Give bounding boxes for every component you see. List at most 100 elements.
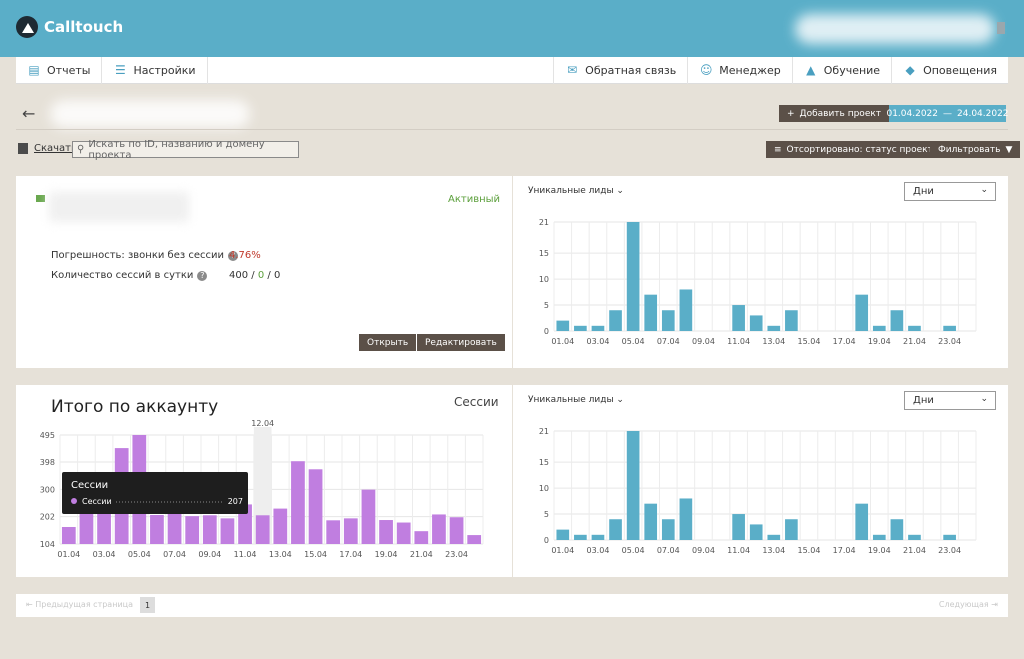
project-card: Активный Погрешность: звонки без сессии … [16, 176, 512, 368]
y-tick-label: 21 [539, 427, 549, 436]
y-tick-label: 398 [40, 458, 55, 467]
project-name[interactable] [49, 192, 189, 222]
sessions-v1: 400 [229, 270, 249, 281]
y-tick-label: 15 [539, 249, 549, 258]
hover-date-label: 12.04 [251, 419, 274, 428]
x-tick-label: 07.04 [657, 546, 680, 555]
x-tick-label: 21.04 [410, 550, 433, 559]
user-menu-toggle-icon[interactable] [997, 22, 1005, 34]
chart-bar [644, 294, 658, 331]
app-name: Calltouch [44, 18, 124, 36]
chart-bar [732, 514, 745, 540]
chart-bar [855, 503, 869, 540]
x-tick-label: 13.04 [762, 337, 785, 346]
chart-bar [943, 534, 956, 540]
nav-learning[interactable]: ▲ Обучение [791, 56, 891, 84]
y-tick-label: 104 [40, 540, 55, 549]
metric-error-label: Погрешность: звонки без сессии ? [51, 250, 239, 261]
chart-bar [556, 320, 570, 331]
nav-notifications[interactable]: ◆ Оповещения [891, 56, 1008, 84]
prev-page-link[interactable]: ⇤ Предыдущая страница [26, 600, 133, 609]
graduation-cap-icon: ▲ [806, 63, 816, 77]
nav-settings[interactable]: ☰ Настройки [102, 56, 208, 84]
x-tick-label: 17.04 [339, 550, 362, 559]
search-placeholder: Искать по ID, названию и домену проекта [88, 138, 265, 161]
tooltip-series-dot [71, 498, 77, 504]
filter-button[interactable]: Фильтровать ▼ [930, 141, 1021, 158]
x-tick-label: 01.04 [551, 546, 574, 555]
x-tick-label: 07.04 [163, 550, 186, 559]
x-tick-label: 03.04 [93, 550, 116, 559]
page-number-current[interactable]: 1 [140, 597, 155, 613]
chart-bar [661, 519, 675, 540]
x-tick-label: 03.04 [587, 337, 610, 346]
account-total-card: Итого по аккаунту Сессии 104 202 300 398 495… [16, 385, 512, 577]
edit-button[interactable]: Редактировать [417, 334, 505, 351]
add-project-button[interactable]: + Добавить проект [779, 105, 890, 122]
sessions-tooltip: Сессии Сессии 207 [62, 472, 248, 514]
chart-bar [626, 431, 640, 540]
chart-bar [185, 516, 200, 544]
folder-icon [36, 195, 45, 202]
chart-bar [202, 515, 217, 544]
x-tick-label: 13.04 [762, 546, 785, 555]
search-icon: ⚲ [77, 144, 85, 155]
logo[interactable]: Calltouch [16, 16, 123, 38]
x-tick-label: 05.04 [622, 546, 645, 555]
y-tick-label: 10 [539, 275, 549, 284]
next-page-link[interactable]: Следующая ⇥ [939, 600, 998, 609]
chart-bar [749, 524, 763, 540]
y-tick-label: 202 [40, 513, 55, 522]
download-link[interactable]: Скачать [18, 143, 77, 154]
prev-page-label: Предыдущая страница [35, 600, 133, 609]
metric-sessions-label: Количество сессий в сутки ? [51, 270, 208, 281]
tooltip-background [62, 472, 248, 514]
plus-icon: + [787, 108, 795, 119]
nav-manager[interactable]: ☺ Менеджер [687, 56, 791, 84]
chart-bar [396, 522, 411, 544]
add-project-label: Добавить проект [799, 108, 882, 119]
leads-bar-chart-2: 0 5 10 15 21 01.04 03.04 05.04 07.04 09.04 11.04 13… [539, 427, 977, 555]
x-tick-label: 05.04 [128, 550, 151, 559]
chart-bar [661, 310, 675, 331]
nav-reports[interactable]: ▤ Отчеты [16, 56, 103, 84]
search-input[interactable]: ⚲ Искать по ID, названию и домену проект… [72, 138, 299, 161]
x-tick-label: 19.04 [868, 546, 891, 555]
chart-bar [591, 534, 605, 540]
chart-bar [556, 529, 570, 540]
date-to: 24.04.2022 [957, 108, 1009, 119]
tooltip-value: 207 [228, 497, 243, 506]
metric-error-value: 4.76% [229, 250, 261, 261]
nav-reports-label: Отчеты [47, 63, 91, 77]
sort-icon: ≡ [774, 144, 782, 155]
chart-bar [644, 503, 658, 540]
nav-settings-label: Настройки [133, 63, 196, 77]
chart-bar [767, 534, 781, 540]
x-tick-label: 09.04 [692, 337, 715, 346]
x-tick-label: 13.04 [269, 550, 292, 559]
metric-sessions-value: 400 / 0 / 0 [229, 270, 280, 281]
leads-bar-chart: 0 5 10 15 21 01.04 03.04 05.04 07.04 09.04 11.04 13… [539, 218, 977, 346]
chart-bar [343, 518, 358, 544]
user-menu[interactable] [795, 14, 995, 44]
sessions-v2: 0 [257, 270, 265, 281]
nav-feedback[interactable]: ✉ Обратная связь [553, 56, 687, 84]
sort-button[interactable]: ≡ Отсортировано: статус проекта [766, 141, 947, 158]
chart-bar [414, 531, 429, 544]
chart-bar [609, 519, 622, 540]
edit-label: Редактировать [425, 337, 497, 348]
x-tick-label: 23.04 [938, 546, 961, 555]
main-nav: ▤ Отчеты ☰ Настройки ✉ Обратная связь ☺ … [16, 56, 1008, 84]
x-tick-label: 15.04 [798, 546, 821, 555]
top-header: Calltouch [0, 0, 1024, 57]
chart-bar [679, 498, 693, 540]
x-tick-label: 03.04 [587, 546, 610, 555]
y-tick-label: 5 [544, 510, 549, 519]
chart-bar [591, 325, 605, 331]
date-range-picker[interactable]: 01.04.2022 — 24.04.2022 [886, 105, 1009, 122]
chart-bar [273, 508, 288, 544]
open-button[interactable]: Открыть [359, 334, 417, 351]
back-arrow-icon[interactable]: ← [22, 104, 35, 123]
help-icon[interactable]: ? [197, 270, 208, 281]
chart-bar [609, 310, 622, 331]
